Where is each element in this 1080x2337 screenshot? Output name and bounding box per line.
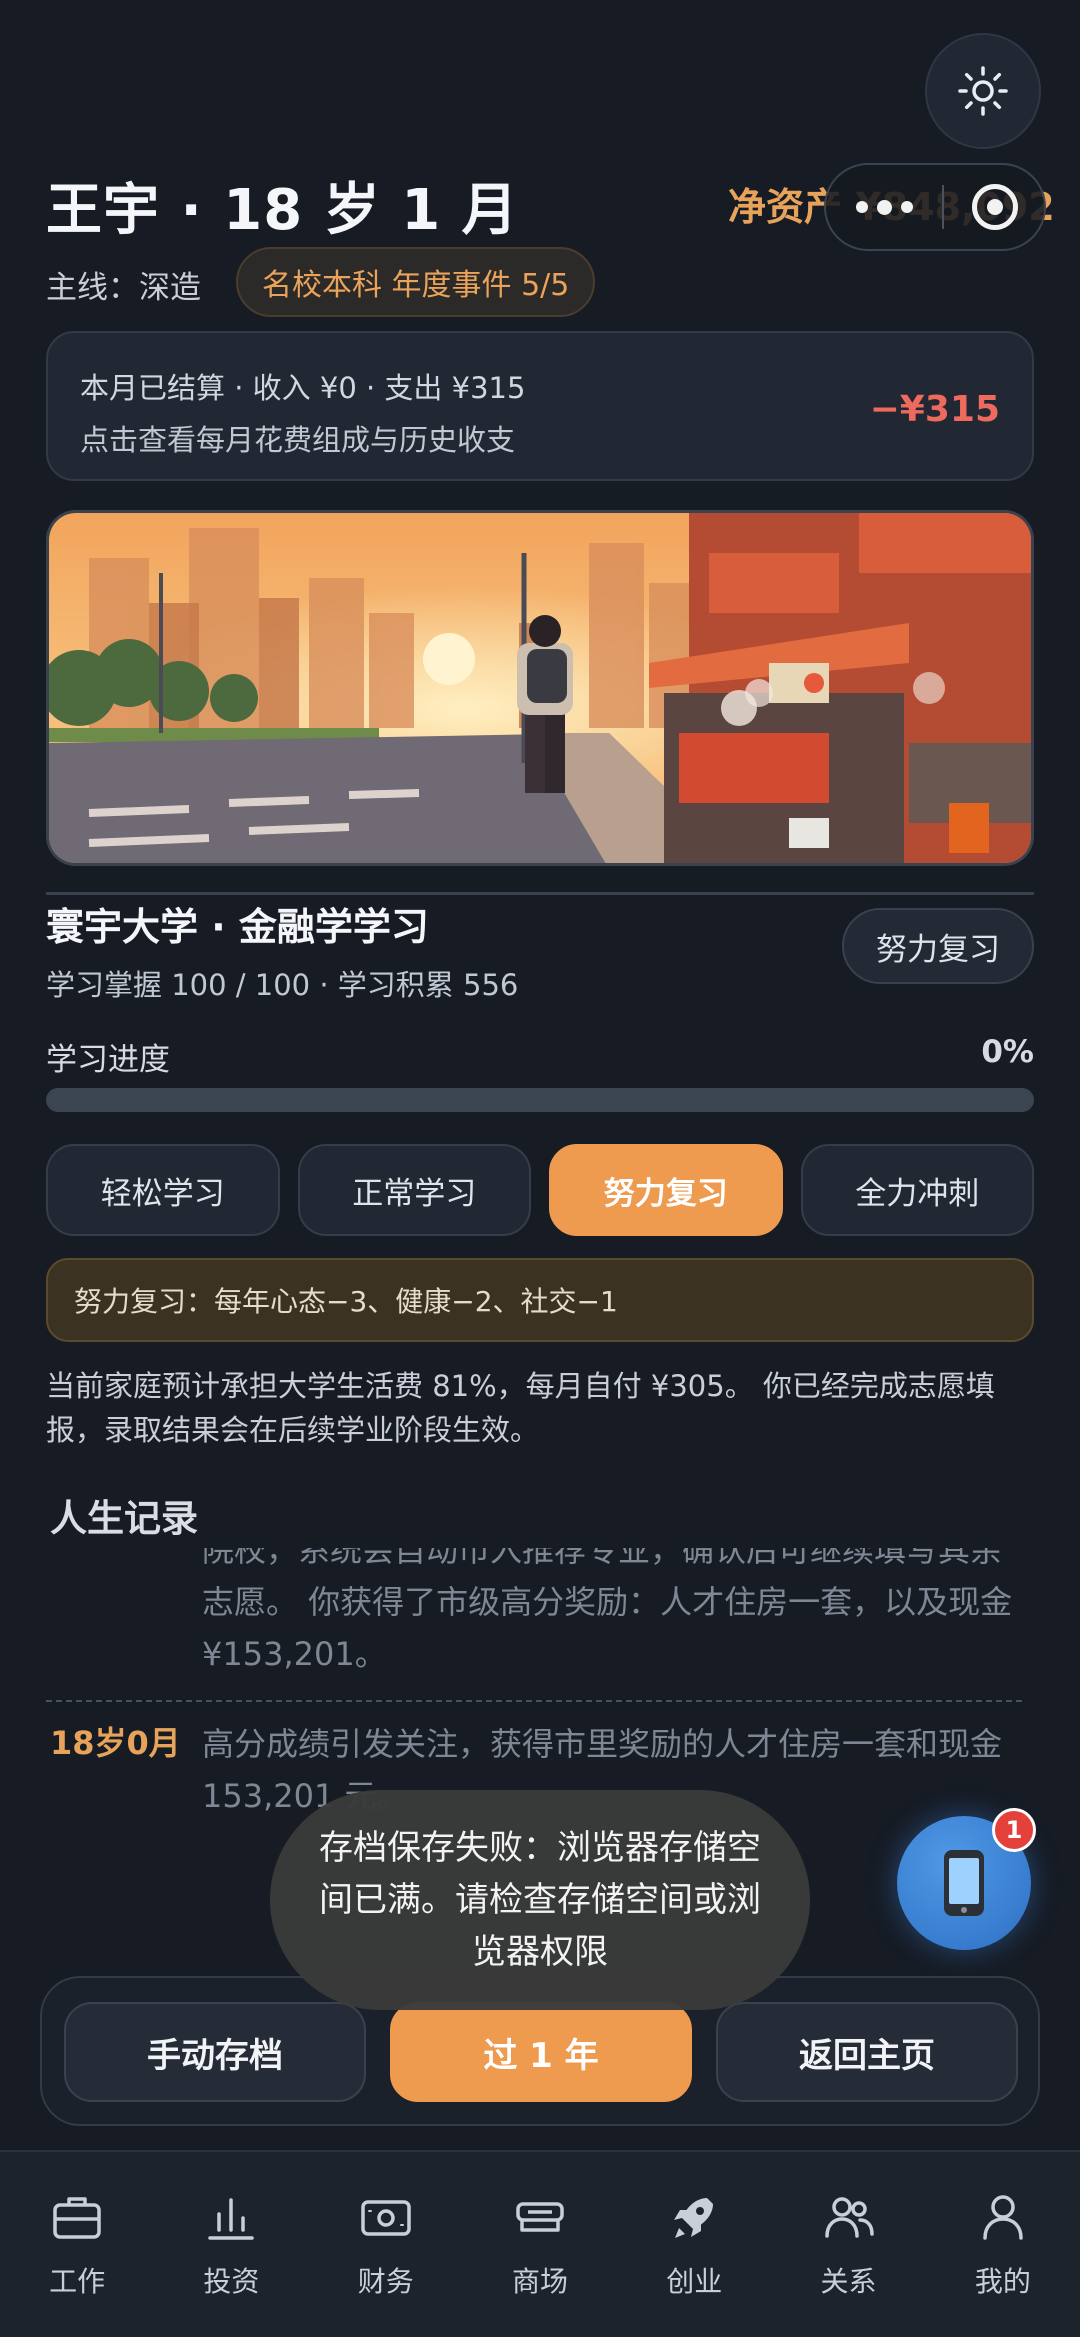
settlement-hint: 点击查看每月花费组成与历史收支 <box>80 423 516 457</box>
tab-label: 商场 <box>511 2265 568 2298</box>
study-mode-selector: 轻松学习 正常学习 努力复习 全力冲刺 <box>46 1144 1034 1236</box>
mainline-label: 主线：深造 <box>46 270 201 306</box>
bottom-tab-bar: 工作 投资 财务 商场 创业 关系 我的 <box>0 2150 1080 2337</box>
monthly-settlement-card[interactable]: 本月已结算 · 收入 ¥0 · 支出 ¥315 点击查看每月花费组成与历史收支 … <box>46 331 1034 481</box>
progress-label: 学习进度 <box>46 1042 170 1078</box>
tab-label: 财务 <box>357 2265 414 2298</box>
bar-chart-icon <box>208 2198 255 2240</box>
tab-finance[interactable]: 财务 <box>309 2152 463 2337</box>
notification-badge: 1 <box>992 1808 1036 1852</box>
progress-bar <box>46 1088 1034 1112</box>
back-home-button[interactable]: 返回主页 <box>716 2002 1018 2102</box>
section-divider <box>46 892 1034 895</box>
theme-toggle-button[interactable] <box>925 33 1041 149</box>
record-entry-text: 院校，系统会自动市入推荐专业，确认后可继续填写其余志愿。 你获得了市级高分奖励：… <box>202 1548 1013 1673</box>
event-chip[interactable]: 名校本科 年度事件 5/5 <box>236 247 596 317</box>
more-icon[interactable] <box>856 199 913 215</box>
mode-diligent-button[interactable]: 努力复习 <box>549 1144 783 1236</box>
mode-sprint-button[interactable]: 全力冲刺 <box>800 1144 1034 1236</box>
progress-value: 0% <box>981 1034 1034 1070</box>
person-icon <box>983 2195 1023 2240</box>
mobile-phone-icon <box>944 1850 984 1916</box>
mini-program-capsule[interactable] <box>824 163 1046 251</box>
tab-label: 关系 <box>820 2265 877 2298</box>
banknote-icon <box>360 2200 411 2236</box>
tab-profile[interactable]: 我的 <box>926 2152 1080 2337</box>
tab-invest[interactable]: 投资 <box>154 2152 308 2337</box>
manual-save-button[interactable]: 手动存档 <box>64 2002 366 2102</box>
tab-label: 创业 <box>666 2265 723 2298</box>
tab-relations[interactable]: 关系 <box>771 2152 925 2337</box>
mode-normal-button[interactable]: 正常学习 <box>297 1144 531 1236</box>
life-records-list[interactable]: 院校，系统会自动市入推荐专业，确认后可继续填写其余志愿。 你获得了市级高分奖励：… <box>46 1548 1034 1818</box>
tab-label: 投资 <box>203 2265 260 2298</box>
tab-work[interactable]: 工作 <box>0 2152 154 2337</box>
tab-mall[interactable]: 商场 <box>463 2152 617 2337</box>
tab-label: 我的 <box>974 2265 1031 2298</box>
briefcase-icon <box>53 2197 101 2239</box>
store-icon <box>516 2202 564 2232</box>
character-name-age: 王宇 · 18 岁 1 月 <box>46 178 519 243</box>
mode-effect-note: 努力复习：每年心态−3、健康−2、社交−1 <box>46 1258 1034 1342</box>
save-error-toast: 存档保存失败：浏览器存储空间已满。请检查存储空间或浏览器权限 <box>270 1790 810 2010</box>
tab-startup[interactable]: 创业 <box>617 2152 771 2337</box>
close-target-icon[interactable] <box>972 184 1018 230</box>
people-icon <box>824 2197 874 2238</box>
study-subtitle: 学习掌握 100 / 100 · 学习积累 556 <box>46 968 519 1002</box>
life-records-title: 人生记录 <box>50 1497 198 1540</box>
current-mode-button[interactable]: 努力复习 <box>842 908 1034 984</box>
study-title: 寰宇大学 · 金融学学习 <box>46 905 429 949</box>
settlement-summary: 本月已结算 · 收入 ¥0 · 支出 ¥315 <box>80 371 526 405</box>
settlement-amount: −¥315 <box>869 389 1000 430</box>
scene-illustration <box>46 510 1034 866</box>
rocket-icon <box>674 2198 714 2238</box>
mode-relaxed-button[interactable]: 轻松学习 <box>46 1144 280 1236</box>
record-entry-date: 18岁0月 <box>50 1724 181 1762</box>
record-divider <box>46 1700 1022 1702</box>
study-description: 当前家庭预计承担大学生活费 81%，每月自付 ¥305。 你已经完成志愿填报，录… <box>46 1369 995 1447</box>
next-year-button[interactable]: 过 1 年 <box>390 2002 692 2102</box>
sun-icon <box>958 66 1008 116</box>
tab-label: 工作 <box>49 2265 106 2298</box>
capsule-divider <box>941 185 944 229</box>
